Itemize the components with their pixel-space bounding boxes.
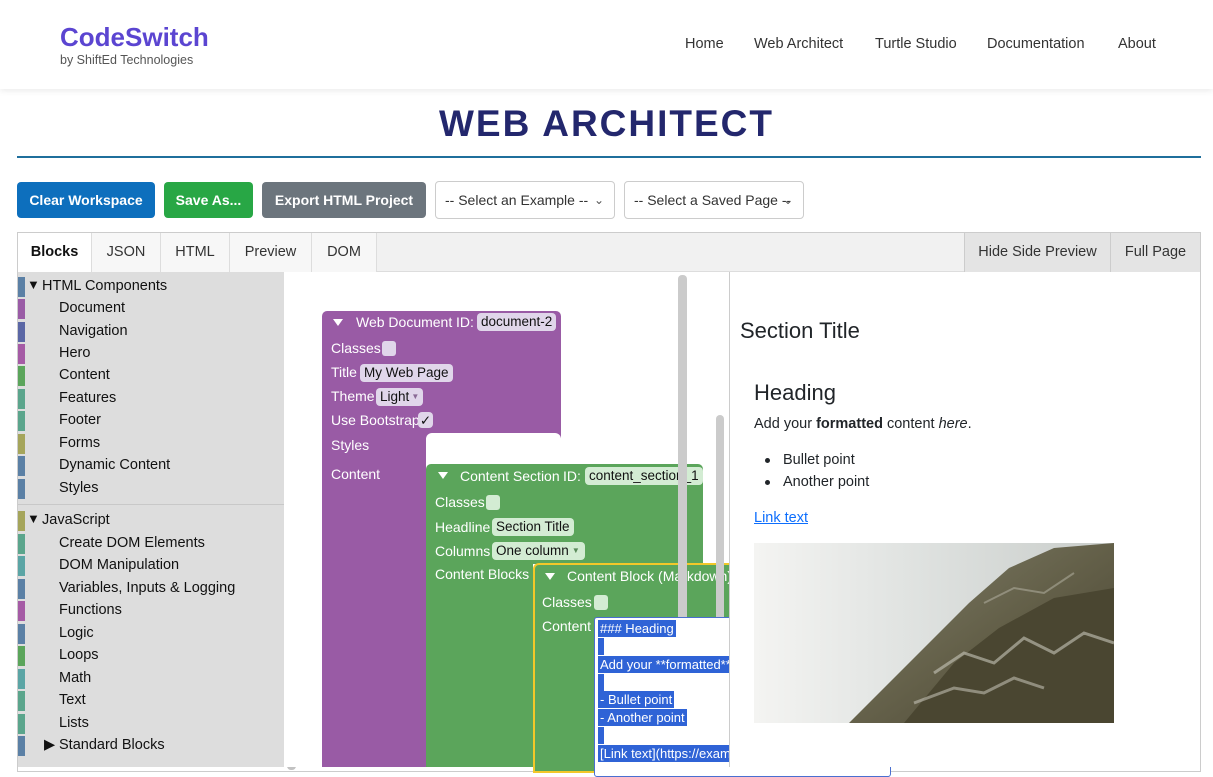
columns-dropdown[interactable]: One column ▼ [492,542,585,560]
chevron-down-icon: ⌄ [782,193,793,207]
doc-theme-label: Theme [331,388,375,404]
doc-title-field[interactable]: My Web Page [360,364,453,382]
category-color-bar [18,511,25,531]
collapsed-triangle-icon[interactable]: ▶ [44,737,55,753]
tab-html[interactable]: HTML [161,233,230,272]
doc-classes-checkbox[interactable] [382,341,396,356]
md-line: - Another point [598,709,687,726]
full-page-button[interactable]: Full Page [1110,233,1200,272]
section-classes-label: Classes [435,494,485,510]
preview-mountain-image [754,543,1114,723]
md-content-label: Content [542,618,592,634]
dropdown-arrow-icon: ▼ [571,546,580,555]
md-line [598,727,604,744]
example-select[interactable]: -- Select an Example -- ⌄ [435,181,615,219]
preview-heading: Heading [754,380,836,405]
category-color-bar [18,277,25,297]
hide-side-preview-button[interactable]: Hide Side Preview [964,233,1110,272]
dropdown-arrow-icon: ▼ [411,392,420,401]
doc-id-field[interactable]: document-2 [477,313,557,331]
expand-triangle-icon[interactable]: ▼ [27,277,40,292]
toolbox-divider [18,504,284,505]
styles-input-slot[interactable] [426,433,561,455]
save-as-button[interactable]: Save As... [164,182,253,218]
nav-turtle-studio[interactable]: Turtle Studio [875,36,957,52]
section-columns-label: Columns [435,543,491,559]
section-block-title: Content Section [460,468,560,484]
section-content-blocks-label: Content Blocks [435,566,530,582]
preview-paragraph: Add your formatted content here. [754,416,972,432]
tab-blocks[interactable]: Blocks [18,233,92,272]
doc-content-label: Content [331,466,381,482]
tab-dom[interactable]: DOM [312,233,377,272]
md-line [598,638,604,655]
md-line: - Bullet point [598,691,675,708]
bullet-dot-icon [765,458,770,463]
web-document-block-body [322,441,426,767]
theme-dropdown[interactable]: Light ▼ [376,388,424,406]
preview-bullet: Another point [783,474,870,490]
doc-id-label: ID: [456,314,474,330]
saved-page-select[interactable]: -- Select a Saved Page -- ⌄ [624,181,804,219]
md-line [598,674,604,691]
doc-block-title: Web Document [356,314,453,330]
collapse-triangle-icon[interactable] [545,573,555,580]
bootstrap-label: Use Bootstrap [331,412,420,428]
saved-select-value: -- Select a Saved Page -- [634,192,792,208]
nav-documentation[interactable]: Documentation [987,36,1085,52]
nav-home[interactable]: Home [685,36,724,52]
tab-preview[interactable]: Preview [230,233,312,272]
title-divider [17,156,1201,158]
md-block-title: Content Block (Markdown) [567,568,732,584]
page-title: WEB ARCHITECT [439,103,774,144]
tab-json[interactable]: JSON [92,233,161,272]
bullet-dot-icon [765,480,770,485]
chevron-down-icon: ⌄ [593,193,604,207]
nav-about[interactable]: About [1118,36,1156,52]
brand-logo[interactable]: CodeSwitch [60,22,209,53]
collapse-triangle-icon[interactable] [333,319,343,326]
doc-styles-label: Styles [331,437,370,453]
example-select-value: -- Select an Example -- [445,192,589,208]
export-html-button[interactable]: Export HTML Project [262,182,426,218]
bootstrap-checkbox[interactable]: ✓ [418,412,433,428]
collapse-triangle-icon[interactable] [438,472,448,479]
clear-workspace-button[interactable]: Clear Workspace [17,182,155,218]
nav-web-architect[interactable]: Web Architect [754,36,843,52]
section-headline-label: Headline [435,519,491,535]
md-classes-checkbox[interactable] [594,595,608,610]
content-section-block-body [426,564,533,767]
section-headline-field[interactable]: Section Title [492,518,574,536]
doc-title-label: Title [331,364,357,380]
md-line: ### Heading [598,620,676,637]
doc-classes-label: Classes [331,340,381,356]
preview-link[interactable]: Link text [754,510,808,526]
preview-bullet: Bullet point [783,452,855,468]
md-classes-label: Classes [542,594,592,610]
section-classes-checkbox[interactable] [486,495,500,510]
expand-triangle-icon[interactable]: ▼ [27,511,40,526]
brand-byline: by ShiftEd Technologies [60,53,194,67]
preview-section-title: Section Title [740,318,860,343]
section-id-label: ID: [563,468,581,484]
